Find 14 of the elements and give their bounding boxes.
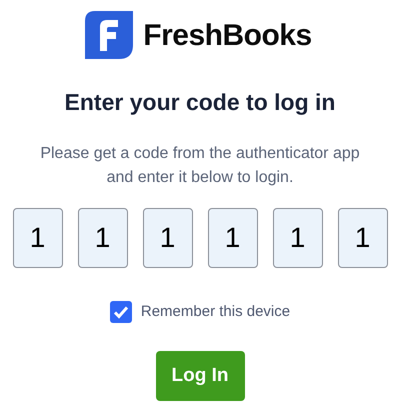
code-digit-field[interactable]: 1: [272, 208, 322, 268]
check-icon: [112, 304, 129, 319]
code-digit-field[interactable]: 1: [338, 208, 388, 268]
code-digit-field[interactable]: 1: [142, 208, 192, 268]
code-digit-field[interactable]: 1: [208, 208, 258, 268]
code-digit-field[interactable]: 1: [78, 208, 128, 268]
checkbox[interactable]: [110, 300, 132, 323]
instructions-text: Please get a code from the authenticator app and enter it below to login.: [39, 144, 361, 188]
logo-icon: [85, 11, 134, 59]
heading: Enter your code to log in: [64, 88, 336, 117]
login-button[interactable]: Log In: [156, 351, 244, 401]
code-digit-field[interactable]: 1: [12, 208, 62, 268]
remember-label: Remember this device: [140, 302, 290, 322]
logo-text: FreshBooks: [143, 18, 312, 54]
